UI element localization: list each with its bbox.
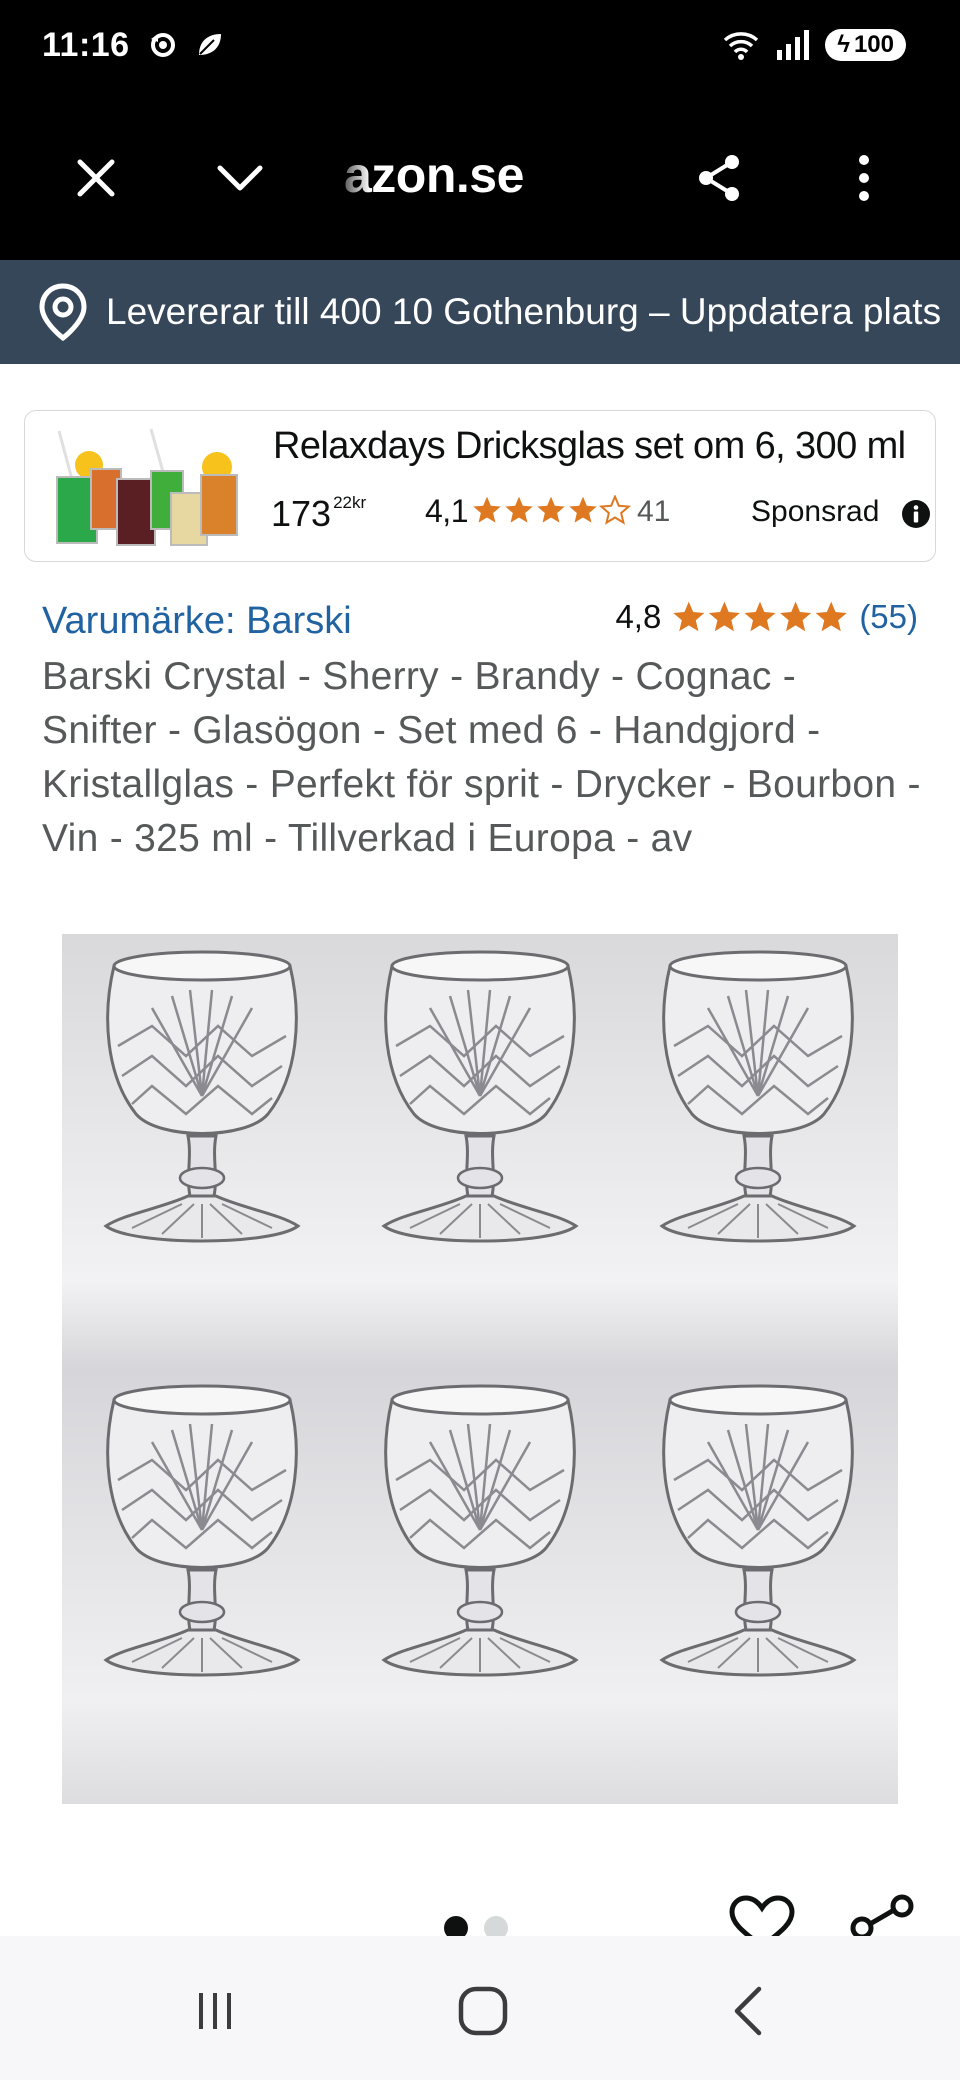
star-icon: [473, 495, 631, 525]
star-icon: [744, 601, 776, 632]
url-display[interactable]: azon.se: [344, 146, 524, 204]
sponsored-title[interactable]: Relaxdays Dricksglas set om 6, 300 ml: [273, 425, 913, 468]
battery-bolt-icon: ϟ: [837, 31, 850, 58]
battery-indicator: ϟ 100: [825, 29, 906, 61]
star-icon: [537, 496, 565, 523]
status-bar: 11:16 ϟ 100: [0, 0, 960, 96]
star-icon: [815, 601, 848, 632]
product-rating-row[interactable]: 4,8 (55): [615, 598, 918, 636]
product-image[interactable]: [62, 934, 898, 1804]
sponsored-product-image: [39, 421, 261, 551]
sponsored-product-card[interactable]: Relaxdays Dricksglas set om 6, 300 ml 17…: [24, 410, 936, 562]
product-rating-value: 4,8: [615, 598, 662, 635]
glasses-illustration: [104, 950, 856, 1677]
sync-notification-icon: [151, 33, 175, 57]
battery-level: 100: [853, 31, 894, 58]
brand-link[interactable]: Varumärke: Barski: [42, 600, 352, 643]
star-icon: [598, 495, 631, 525]
back-button[interactable]: [706, 1976, 796, 2046]
sponsored-price: 173 22kr: [271, 493, 366, 535]
browser-toolbar: azon.se: [0, 96, 960, 260]
star-icon: [673, 601, 848, 632]
more-options-button[interactable]: [822, 136, 906, 220]
more-vertical-icon: [859, 155, 869, 201]
product-star-rating: [673, 601, 848, 632]
product-title: Barski Crystal - Sherry - Brandy - Cogna…: [42, 655, 921, 860]
product-review-count[interactable]: (55): [859, 598, 918, 636]
close-icon: [77, 159, 115, 197]
delivery-location-bar[interactable]: Levererar till 400 10 Gothenburg – Uppda…: [0, 260, 960, 364]
app-screen: 11:16 ϟ 100 azon.se Levererar till 400 1…: [0, 0, 960, 2080]
sponsored-price-whole: 173: [271, 493, 332, 534]
sponsored-label: Sponsrad: [751, 495, 880, 528]
status-notification-icons: [148, 30, 224, 60]
star-icon: [673, 601, 705, 632]
sponsored-star-rating: [473, 495, 631, 525]
url-fade: [330, 140, 370, 216]
star-icon: [569, 496, 597, 523]
star-icon: [780, 601, 812, 632]
minimize-button[interactable]: [198, 136, 282, 220]
wifi-icon: [724, 32, 759, 60]
info-icon[interactable]: [901, 499, 931, 529]
signal-icon: [777, 30, 810, 60]
location-pin-icon: [39, 283, 87, 342]
home-icon: [458, 1986, 508, 2036]
sponsored-price-currency: kr: [352, 493, 367, 512]
sponsored-rating-value: 4,1: [425, 493, 468, 529]
leaf-notification-icon: [199, 34, 221, 55]
star-icon: [473, 496, 501, 523]
close-tab-button[interactable]: [54, 136, 138, 220]
sponsored-price-fraction: 22: [333, 493, 352, 512]
home-button[interactable]: [438, 1976, 528, 2046]
system-nav-bar: [0, 1936, 960, 2080]
status-time: 11:16: [42, 26, 130, 64]
share-icon: [699, 155, 739, 201]
delivery-text: Levererar till 400 10 Gothenburg – Uppda…: [106, 291, 942, 332]
star-icon: [505, 496, 533, 523]
recent-apps-icon: [199, 1993, 231, 2029]
recent-apps-button[interactable]: [170, 1976, 260, 2046]
chevron-down-icon: [217, 165, 263, 191]
back-icon: [734, 1986, 762, 2036]
sponsored-review-count: 41: [637, 495, 671, 528]
status-system-icons: ϟ 100: [721, 28, 906, 62]
star-icon: [709, 601, 741, 632]
share-button[interactable]: [678, 136, 762, 220]
